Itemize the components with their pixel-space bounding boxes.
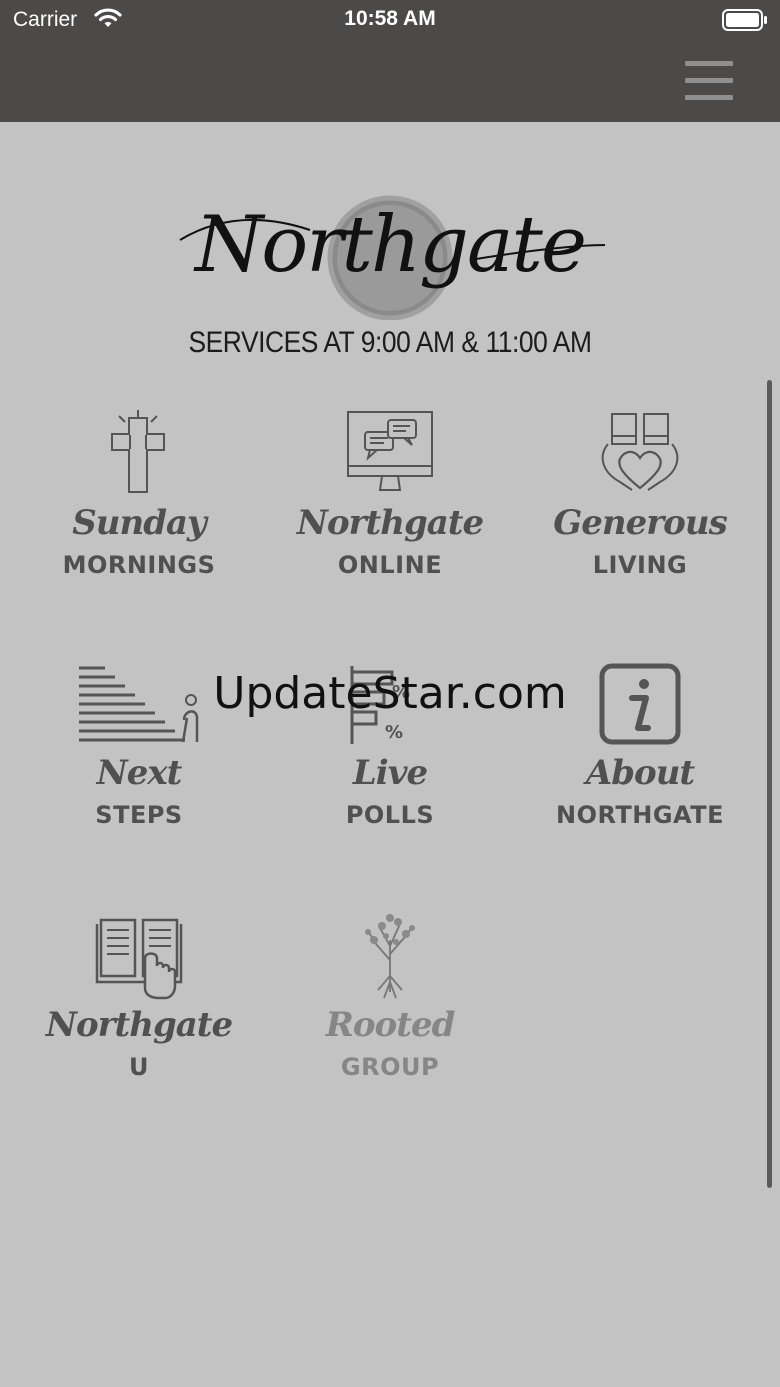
tree-roots-icon <box>365 914 415 999</box>
book-hand-icon <box>95 918 183 1000</box>
tile-caps-label: POLLS <box>345 801 435 829</box>
tile-generous-living[interactable]: Generous LIVING <box>515 408 765 628</box>
tile-sunday-mornings[interactable]: Sunday MORNINGS <box>14 408 264 628</box>
tile-northgate-online[interactable]: Northgate ONLINE <box>265 408 515 628</box>
tile-script-label: Rooted <box>325 1005 456 1045</box>
northgate-logo: Northgate <box>170 190 610 320</box>
tile-caps-label: NORTHGATE <box>555 801 725 829</box>
nav-bar <box>0 40 780 122</box>
monitor-chat-icon <box>347 411 433 491</box>
tile-script-label: Northgate <box>296 503 484 543</box>
tile-caps-label: GROUP <box>340 1053 440 1081</box>
battery-icon <box>722 9 768 36</box>
tile-caps-label: LIVING <box>592 551 688 579</box>
tile-northgate-u[interactable]: Northgate U <box>14 910 264 1130</box>
tile-script-label: Sunday <box>72 503 207 543</box>
scrollbar[interactable] <box>767 380 772 1188</box>
svg-text:%: % <box>385 722 403 743</box>
tile-caps-label: ONLINE <box>337 551 443 579</box>
cross-icon <box>111 410 165 493</box>
tile-script-label: About <box>585 753 695 793</box>
hands-heart-icon <box>601 413 679 491</box>
tile-script-label: Next <box>96 753 183 793</box>
tile-script-label: Live <box>352 753 428 793</box>
tile-script-label: Generous <box>553 503 727 543</box>
logo-text: Northgate <box>194 200 587 290</box>
clock: 10:58 AM <box>344 7 436 30</box>
tile-script-label: Northgate <box>45 1005 233 1045</box>
tile-caps-label: STEPS <box>95 801 183 829</box>
watermark: UpdateStar.com <box>213 668 567 719</box>
tile-rooted-group[interactable]: Rooted GROUP <box>265 910 515 1130</box>
tile-caps-label: MORNINGS <box>62 551 216 579</box>
services-times: SERVICES AT 9:00 AM & 11:00 AM <box>188 326 592 359</box>
tile-caps-label: U <box>129 1053 149 1081</box>
status-bar: Carrier 10:58 AM <box>0 0 780 40</box>
hamburger-menu-icon[interactable] <box>680 58 738 106</box>
